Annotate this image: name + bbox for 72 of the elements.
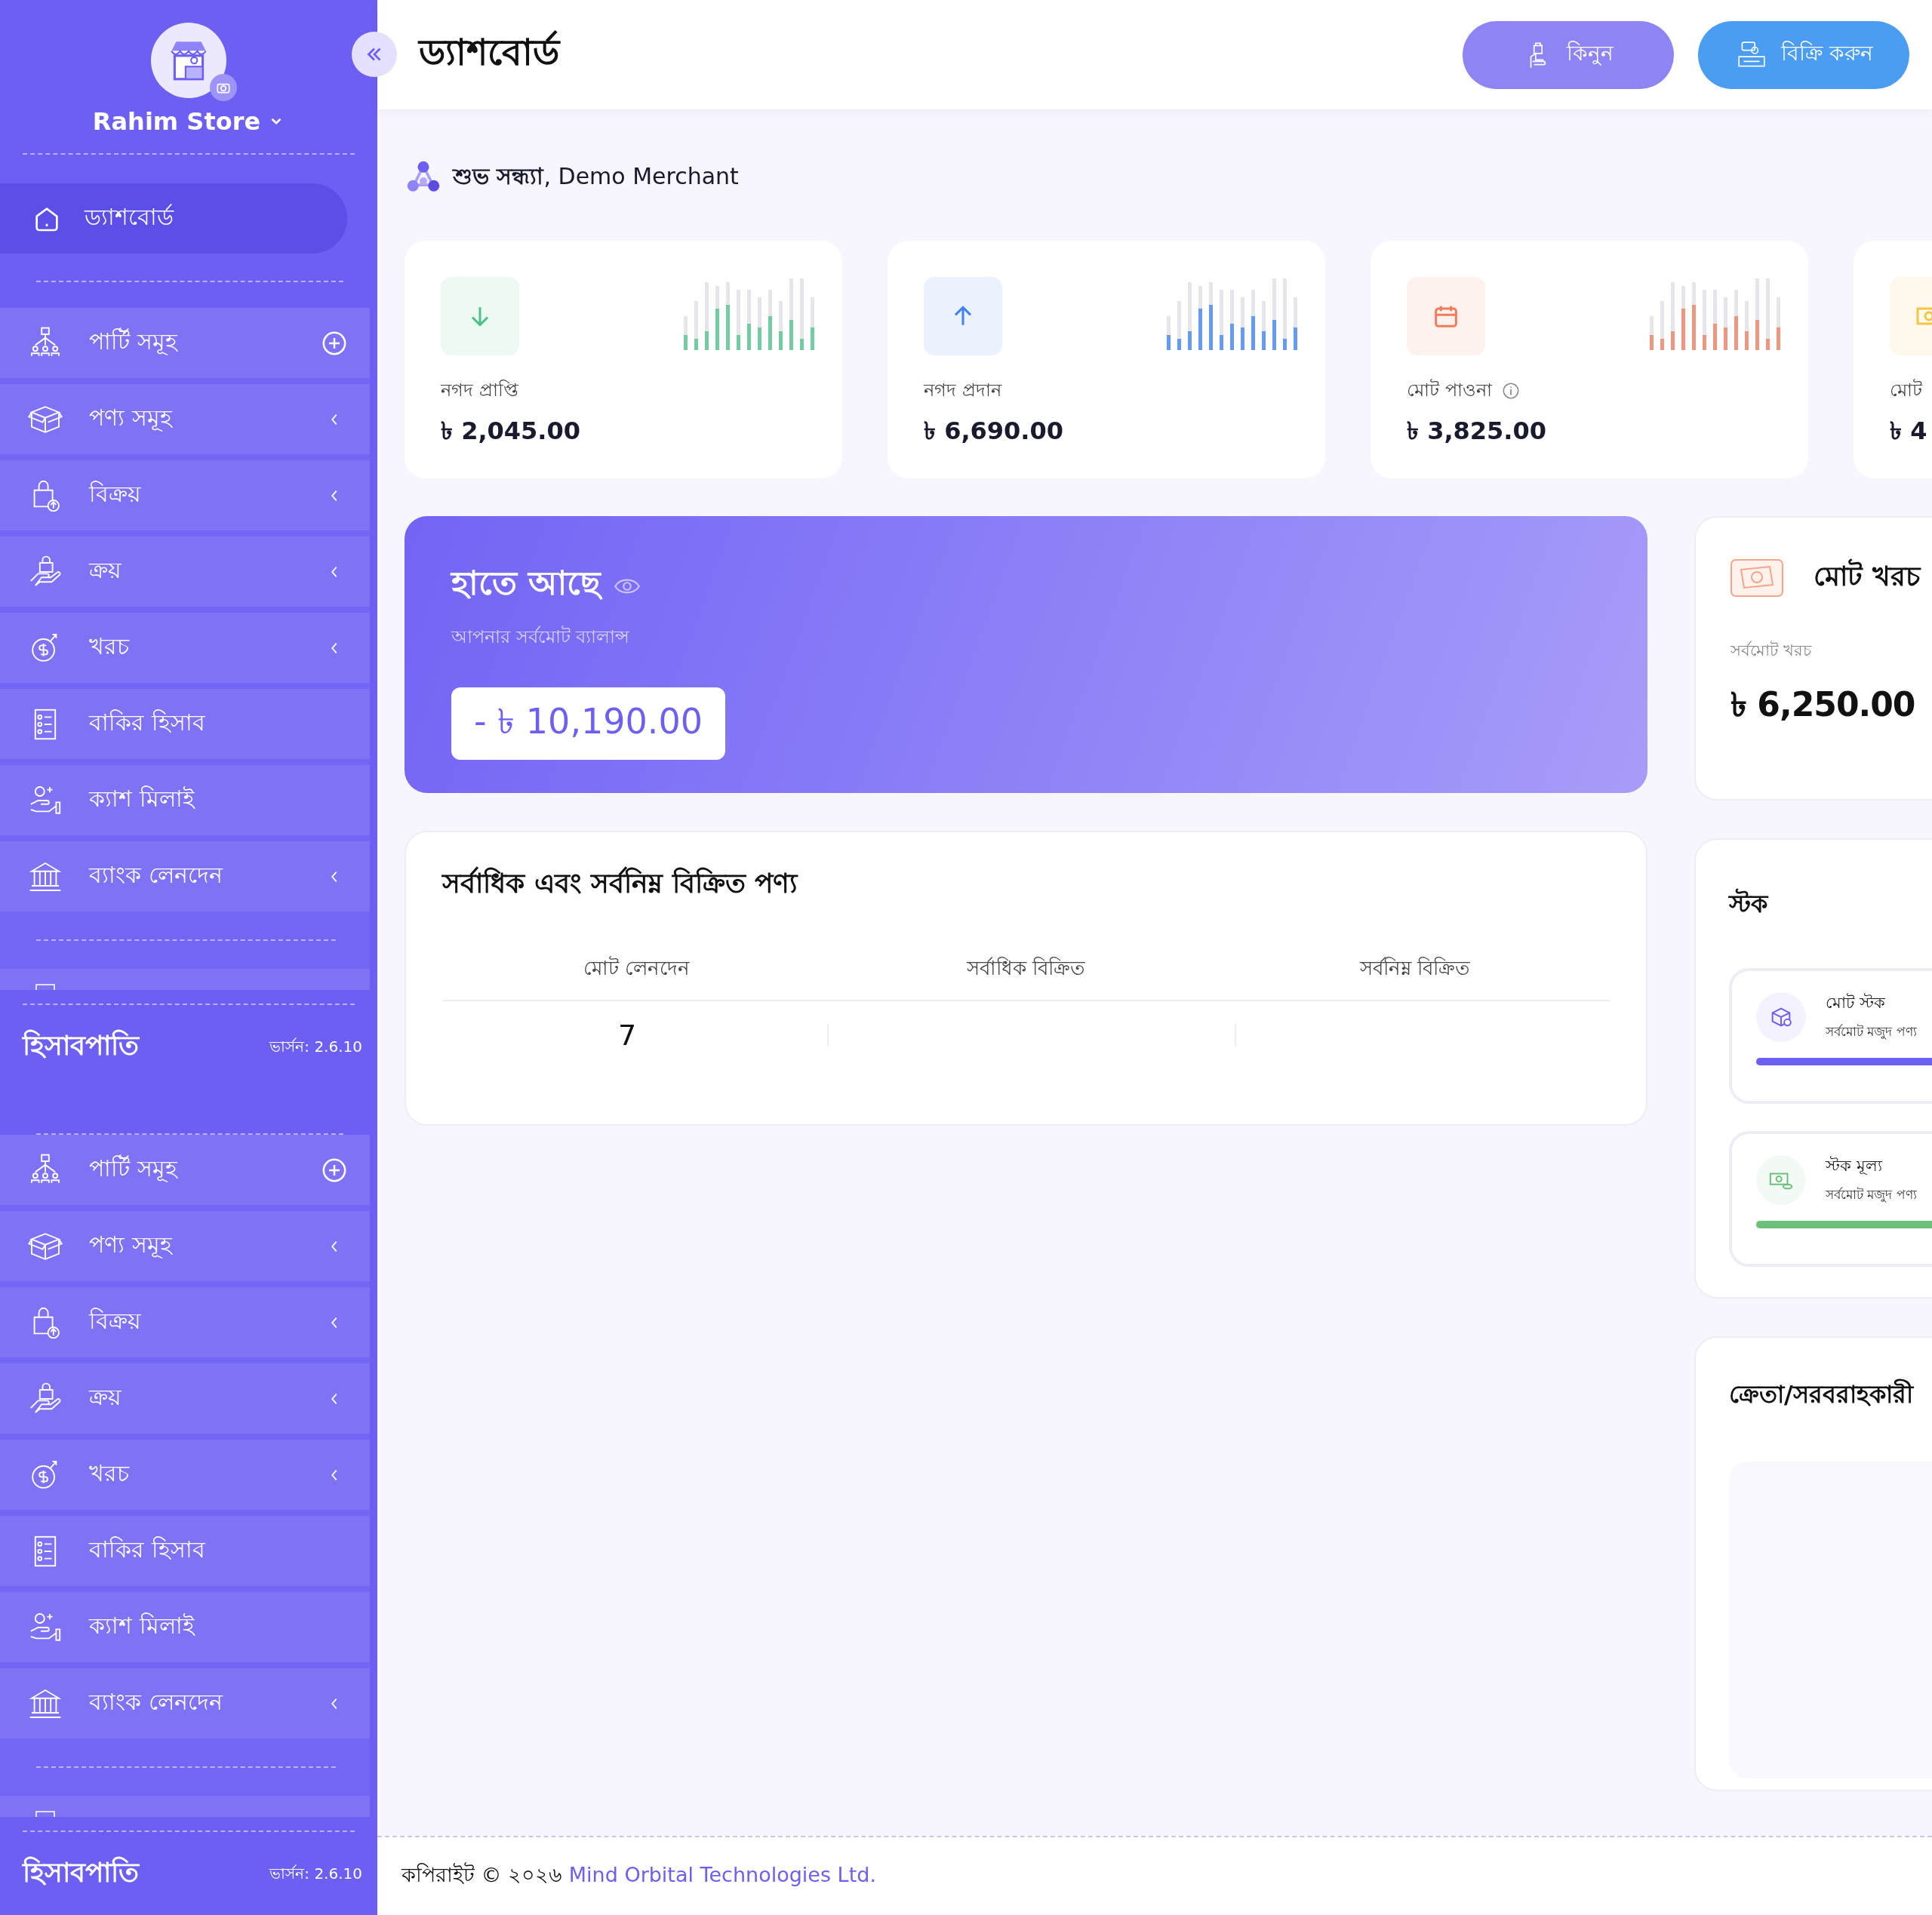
brand-logo-text: হিসাবপাতি bbox=[23, 1855, 139, 1889]
sparkline-bar bbox=[758, 297, 761, 350]
sparkline-bar bbox=[1650, 316, 1654, 350]
nav-item[interactable]: খরচ bbox=[0, 1440, 370, 1511]
sparkline-bar bbox=[694, 301, 698, 350]
add-circle-icon[interactable] bbox=[321, 1157, 347, 1183]
column-header: সর্বাধিক বিক্রিত bbox=[965, 956, 1087, 981]
sparkline-bar bbox=[1660, 301, 1664, 350]
sparkline-bar bbox=[684, 316, 688, 350]
greeting-text: শুভ সন্ধ্যা, Demo Merchant bbox=[453, 161, 739, 191]
stat-value: ৳ 4 bbox=[1890, 416, 1928, 447]
balance-title: হাতে আছে bbox=[451, 563, 601, 604]
nav-item[interactable]: পার্টি সমূহ bbox=[0, 1135, 370, 1206]
card-title: সর্বাধিক এবং সর্বনিম্ন বিক্রিত পণ্য bbox=[442, 865, 799, 900]
nav-item[interactable]: ব্যাংক লেনদেন bbox=[0, 841, 370, 912]
stat-value: ৳ 6,690.00 bbox=[924, 416, 1065, 447]
camera-icon[interactable] bbox=[210, 74, 237, 101]
nav-item[interactable]: ক্যাশ মিলাই bbox=[0, 1592, 370, 1663]
nav-item[interactable]: বাকির হিসাব bbox=[0, 1516, 370, 1587]
stock-caption: সর্বমোট মজুদ পণ্য bbox=[1826, 1023, 1917, 1041]
nav-item[interactable]: বিক্রয় bbox=[0, 1287, 370, 1358]
balance-subtitle: আপনার সর্বমোট ব্যালান্স bbox=[451, 625, 631, 649]
sparkline-bar bbox=[1294, 297, 1297, 350]
sparkline-bar bbox=[779, 301, 783, 350]
nav-item[interactable]: ড্যাশবোর্ড bbox=[0, 183, 347, 254]
sparkline-bar bbox=[1745, 301, 1749, 350]
version-label: ভার্সন: 2.6.10 bbox=[269, 1863, 362, 1884]
nav-item[interactable]: ক্রয় bbox=[0, 536, 370, 607]
nav-item[interactable]: ব্যাংক লেনদেন bbox=[0, 1668, 370, 1739]
stock-label: মোট স্টক bbox=[1826, 992, 1886, 1013]
card-title: মোট খরচ bbox=[1814, 555, 1920, 601]
company-link[interactable]: Mind Orbital Technologies Ltd. bbox=[568, 1863, 876, 1886]
column-header: মোট লেনদেন bbox=[583, 955, 691, 981]
sparkline-bar bbox=[1777, 297, 1780, 350]
nav-item[interactable]: বিক্রয় bbox=[0, 460, 370, 531]
buy-button[interactable]: কিনুন bbox=[1463, 20, 1674, 89]
stat-label: নগদ প্রাপ্তি bbox=[441, 379, 518, 402]
card-title: স্টক bbox=[1729, 887, 1770, 920]
add-circle-icon[interactable] bbox=[321, 330, 347, 356]
expense-amount: ৳ 6,250.00 bbox=[1730, 684, 1916, 725]
nav-item[interactable]: খরচ bbox=[0, 613, 370, 684]
nav-item[interactable]: পণ্য সমূহ bbox=[0, 1211, 370, 1282]
page-title: ড্যাশবোর্ড bbox=[419, 29, 559, 75]
nav-item[interactable]: ক্রয় bbox=[0, 1363, 370, 1434]
sparkline-bar bbox=[1241, 297, 1244, 350]
banknote-icon bbox=[1730, 559, 1783, 597]
stat-value: ৳ 2,045.00 bbox=[441, 416, 582, 447]
nav-item[interactable]: বাকির হিসাব bbox=[0, 689, 370, 760]
column-header: সর্বনিম্ন বিক্রিত bbox=[1358, 956, 1472, 981]
nav-item[interactable]: পার্টি সমূহ bbox=[0, 308, 370, 379]
stat-value: ৳ 3,825.00 bbox=[1407, 416, 1548, 447]
sparkline-bar bbox=[1167, 316, 1171, 350]
sparkline-bar bbox=[811, 297, 814, 350]
stock-caption: সর্বমোট মজুদ পণ্য bbox=[1826, 1186, 1917, 1204]
stat-label: মোট পাওনা bbox=[1407, 378, 1492, 402]
store-selector[interactable]: Rahim Store bbox=[92, 107, 285, 136]
sparkline-bar bbox=[1262, 301, 1266, 350]
nav-item[interactable]: ক্যাশ মিলাই bbox=[0, 765, 370, 836]
table-cell-text: 7 bbox=[617, 1019, 638, 1052]
nav-item[interactable]: পণ্য সমূহ bbox=[0, 384, 370, 455]
sell-button[interactable]: বিক্রি করুন bbox=[1698, 20, 1909, 89]
sparkline-bar bbox=[1724, 297, 1727, 350]
expense-subtitle: সর্বমোট খরচ bbox=[1730, 640, 1813, 661]
sparkline-bar bbox=[1177, 301, 1181, 350]
stat-label: মোট bbox=[1890, 378, 1922, 402]
card-title: ক্রেতা/সরবরাহকারী bbox=[1729, 1378, 1915, 1410]
version-label: ভার্সন: 2.6.10 bbox=[269, 1036, 362, 1057]
copyright-text: কপিরাইট © ২০২৬ Mind Orbital Technologies Ltd. bbox=[401, 1861, 876, 1888]
brand-logo-text: হিসাবপাতি bbox=[23, 1028, 139, 1063]
balance-amount: - ৳ 10,190.00 bbox=[451, 687, 725, 760]
stock-label: স্টক মূল্য bbox=[1826, 1155, 1884, 1176]
stat-label: নগদ প্রদান bbox=[924, 379, 1001, 402]
